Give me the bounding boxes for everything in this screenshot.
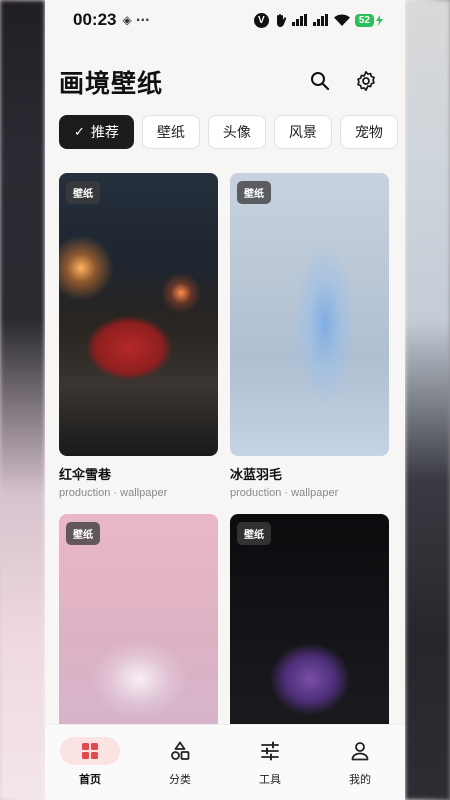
- chip-label: 壁纸: [156, 125, 185, 141]
- category-chips: ✓ 推荐 壁纸 头像 风景 宠物: [59, 115, 398, 149]
- card-subtitle: production · wallpaper: [230, 487, 339, 499]
- nav-home[interactable]: 首页: [45, 737, 135, 787]
- search-icon: [311, 72, 330, 91]
- nav-label: 分类: [169, 773, 191, 786]
- chip-scenery[interactable]: 风景: [273, 115, 332, 149]
- signal-icon: [291, 14, 307, 26]
- nav-category[interactable]: 分类: [135, 737, 225, 787]
- nav-label: 首页: [79, 773, 101, 786]
- grid-icon: [82, 743, 98, 759]
- chip-avatar[interactable]: 头像: [207, 115, 266, 149]
- nav-profile[interactable]: 我的: [315, 737, 405, 787]
- bottom-navigation: 首页 分类 工具 我的: [45, 724, 405, 800]
- chip-wallpaper[interactable]: 壁纸: [141, 115, 200, 149]
- chip-label: 头像: [222, 125, 251, 141]
- status-notification-icons: ◈ ···: [122, 13, 150, 27]
- backdrop-left: [0, 0, 45, 800]
- category-tag: 壁纸: [237, 181, 271, 204]
- signal-icon-2: [312, 14, 328, 26]
- gear-icon: [357, 71, 375, 91]
- wallpaper-thumbnail[interactable]: 壁纸: [59, 173, 218, 456]
- chip-label: 推荐: [90, 125, 119, 141]
- charging-icon: [376, 14, 383, 26]
- app-header: 画境壁纸: [45, 60, 405, 100]
- hand-icon: [276, 14, 286, 27]
- card-subtitle: production · wallpaper: [59, 487, 168, 499]
- sliders-icon: [261, 741, 279, 761]
- search-button[interactable]: [305, 66, 335, 96]
- status-bar: 00:23 ◈ ··· V 52: [45, 0, 405, 40]
- chip-recommend[interactable]: ✓ 推荐: [59, 115, 134, 149]
- wifi-icon: [333, 14, 350, 26]
- category-tag: 壁纸: [237, 522, 271, 545]
- nav-label: 工具: [259, 773, 281, 786]
- shapes-icon: [171, 741, 190, 760]
- battery-indicator: 52: [354, 13, 383, 27]
- wallpaper-thumbnail[interactable]: 壁纸: [230, 173, 389, 456]
- wallpaper-card[interactable]: 壁纸 冰蓝羽毛 production · wallpaper: [230, 173, 389, 499]
- wallpaper-card[interactable]: 壁纸 红伞雪巷 production · wallpaper: [59, 173, 218, 499]
- page-title: 画境壁纸: [59, 69, 164, 98]
- card-title: 红伞雪巷: [59, 468, 112, 483]
- card-title: 冰蓝羽毛: [230, 468, 283, 483]
- backdrop-right: [405, 0, 450, 800]
- chip-label: 宠物: [354, 125, 383, 141]
- check-icon: ✓: [74, 124, 85, 140]
- app-screen: 00:23 ◈ ··· V 52 画境壁纸 ✓ 推荐 壁纸 头像 风景 宠物 壁…: [45, 0, 405, 800]
- user-icon: [351, 742, 369, 761]
- nav-label: 我的: [349, 773, 371, 786]
- battery-level: 52: [354, 13, 374, 27]
- category-tag: 壁纸: [66, 522, 100, 545]
- chip-pets[interactable]: 宠物: [339, 115, 398, 149]
- vpn-icon: V: [253, 12, 269, 28]
- status-time: 00:23: [73, 10, 117, 29]
- category-tag: 壁纸: [66, 181, 100, 204]
- chip-label: 风景: [288, 125, 317, 141]
- settings-button[interactable]: [351, 66, 381, 96]
- nav-tools[interactable]: 工具: [225, 737, 315, 787]
